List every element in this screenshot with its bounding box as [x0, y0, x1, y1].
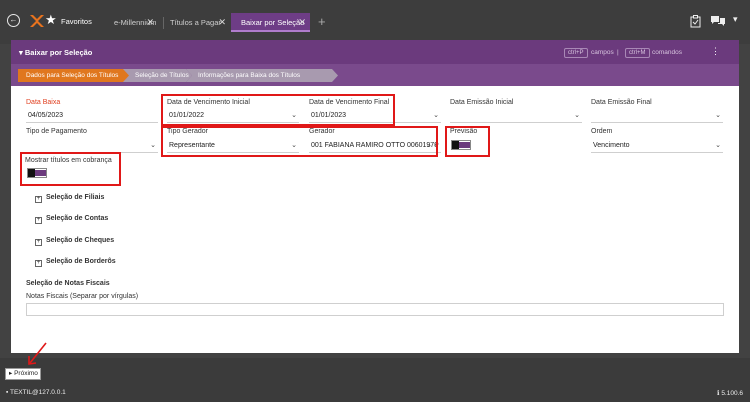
shortcut-key-commands: ctrl+M [625, 48, 650, 58]
data-baixa-input[interactable]: 04/05/2023 [26, 108, 158, 123]
chevron-down-icon[interactable]: ⌄ [574, 108, 580, 122]
section-borderos[interactable]: + Seleção de Borderôs [35, 258, 116, 267]
status-connection: ▪ TEXTIL@127.0.0.1 [6, 389, 66, 396]
close-icon[interactable]: ✕ [218, 13, 226, 32]
highlight-box-previsao [445, 126, 490, 157]
app-logo-icon [30, 15, 44, 27]
notas-label: Notas Fiscais (Separar por vírgulas) [26, 293, 139, 300]
chevron-down-icon[interactable]: ⌄ [433, 108, 439, 122]
tab-titulos-a-pagar[interactable]: Títulos a Pagar ✕ [160, 13, 230, 32]
emissao-inicial-input[interactable]: ⌄ [450, 108, 582, 123]
close-icon[interactable]: ✕ [146, 13, 154, 32]
data-baixa-value: 04/05/2023 [28, 112, 64, 119]
chevron-down-icon[interactable]: ▾ [733, 14, 738, 25]
section-label: Seleção de Filiais [46, 194, 105, 201]
chevron-down-icon[interactable]: ⌄ [150, 138, 156, 152]
breadcrumb: Dados para Seleção dos Títulos Seleção d… [11, 64, 739, 86]
top-bar: ← → ★ Favoritos e-Millennium ✕ Títulos a… [0, 0, 750, 44]
breadcrumb-step-3[interactable]: Informações para Baixa dos Títulos Selec… [186, 69, 338, 82]
annotation-arrow-icon [28, 342, 47, 365]
ordem-label: Ordem [591, 128, 613, 135]
ordem-value: Vencimento [593, 142, 630, 149]
section-label: Seleção de Contas [46, 215, 109, 222]
status-version-text: 5.100.6 [721, 390, 743, 397]
section-contas[interactable]: + Seleção de Contas [35, 215, 108, 224]
emissao-final-input[interactable]: ⌄ [591, 108, 723, 123]
ordem-select[interactable]: Vencimento ⌄ [591, 138, 723, 153]
section-label: Seleção de Borderôs [46, 258, 116, 265]
more-options-icon[interactable]: ⋮ [711, 46, 720, 57]
chevron-down-icon[interactable]: ⌄ [715, 108, 721, 122]
add-tab-icon[interactable]: + [318, 15, 326, 28]
clipboard-check-icon[interactable] [690, 15, 701, 28]
tab-label: Títulos a Pagar [170, 18, 221, 27]
close-icon[interactable]: ✕ [298, 13, 306, 32]
shortcut-separator: | [617, 49, 619, 56]
data-baixa-label: Data Baixa [26, 99, 61, 106]
section-filiais[interactable]: + Seleção de Filiais [35, 194, 104, 203]
tipo-pagamento-select[interactable]: ⌄ [26, 138, 158, 153]
tab-e-millennium[interactable]: e-Millennium ✕ [104, 13, 158, 32]
highlight-box-gerador [161, 126, 438, 157]
expand-plus-icon[interactable]: + [35, 217, 42, 224]
highlight-box-cobranca [20, 152, 121, 186]
breadcrumb-step-1[interactable]: Dados para Seleção dos Títulos [18, 69, 130, 82]
main-panel: ▾ Baixar por Seleção ctrl+P campos | ctr… [11, 40, 739, 353]
emissao-final-label: Data Emissão Final [591, 99, 652, 106]
expand-plus-icon[interactable]: + [35, 239, 42, 246]
emissao-inicial-label: Data Emissão Inicial [450, 99, 514, 106]
section-cheques[interactable]: + Seleção de Cheques [35, 237, 114, 246]
shortcut-label-commands: comandos [652, 49, 682, 56]
next-button-label: Próximo [14, 370, 38, 377]
next-button[interactable]: ▸ Próximo [5, 368, 41, 380]
tab-label: Baixar por Seleção [241, 18, 305, 27]
back-arrow-icon[interactable]: ← [7, 14, 20, 27]
notas-section-title: Seleção de Notas Fiscais [26, 280, 110, 287]
star-icon[interactable]: ★ [45, 13, 57, 27]
chat-icon[interactable] [711, 15, 725, 27]
status-version: ℹ 5.100.6 [717, 390, 743, 397]
bottom-bar [0, 358, 750, 402]
notas-input[interactable] [26, 303, 724, 316]
chevron-down-icon[interactable]: ⌄ [715, 138, 721, 152]
panel-title[interactable]: ▾ Baixar por Seleção [19, 48, 92, 57]
shortcut-key-fields: ctrl+P [564, 48, 588, 58]
favorites-label[interactable]: Favoritos [61, 17, 92, 26]
shortcut-label-fields: campos [591, 49, 614, 56]
tab-baixar-por-selecao[interactable]: Baixar por Seleção ✕ [231, 13, 310, 32]
breadcrumb-step-2[interactable]: Seleção de Títulos [123, 69, 192, 82]
section-label: Seleção de Cheques [46, 237, 115, 244]
expand-plus-icon[interactable]: + [35, 196, 42, 203]
panel-header: ▾ Baixar por Seleção ctrl+P campos | ctr… [11, 40, 739, 64]
status-connection-text: TEXTIL@127.0.0.1 [10, 389, 66, 396]
highlight-box-vencimento [161, 94, 395, 126]
tipo-pagamento-label: Tipo de Pagamento [26, 128, 87, 135]
expand-plus-icon[interactable]: + [35, 260, 42, 267]
panel-title-text: Baixar por Seleção [24, 48, 93, 57]
